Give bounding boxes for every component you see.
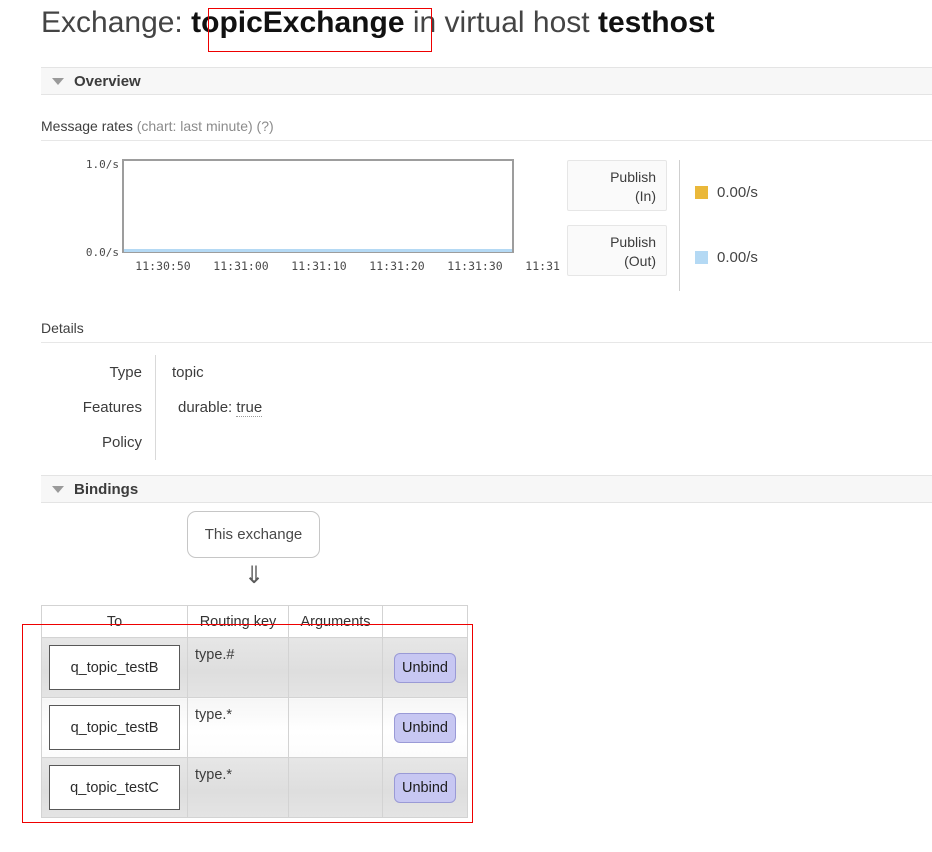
page-title-middle: in virtual host [412,6,590,39]
down-double-arrow-icon: ⇓ [243,562,265,589]
rate-button-group: Publish (In) Publish (Out) [567,160,672,290]
bindings-col-action [382,605,468,638]
table-row: q_topic_testC type.* Unbind [41,757,468,818]
table-row: q_topic_testB type.* Unbind [41,697,468,758]
details-row-policy: Policy [41,425,492,460]
publish-out-button[interactable]: Publish (Out) [567,225,667,276]
binding-routing-key-cell: type.* [187,757,289,818]
section-header-overview-label: Overview [74,72,141,90]
binding-routing-key-cell: type.# [187,637,289,698]
queue-link[interactable]: q_topic_testB [49,645,180,690]
x-tick-3: 11:31:20 [369,259,424,273]
binding-action-cell: Unbind [382,757,468,818]
message-rates-chart: 1.0/s 0.0/s 11:30:50 11:31:00 11:31:10 1… [41,152,932,292]
section-header-bindings-label: Bindings [74,480,139,498]
unbind-button[interactable]: Unbind [394,772,456,803]
details-value-features-text: durable: [178,399,237,416]
bindings-col-to[interactable]: To [41,605,188,638]
bindings-table-header-row: To Routing key Arguments [41,605,468,638]
details-value-features-durable[interactable]: true [236,399,263,417]
x-tick-0: 11:30:50 [135,259,190,273]
x-tick-2: 11:31:10 [291,259,346,273]
plot-area-frame [122,159,514,253]
queue-link[interactable]: q_topic_testB [49,705,180,750]
details-row-type: Type topic [41,355,492,390]
details-table: Type topic Features durable: true Policy [41,355,492,460]
this-exchange-node[interactable]: This exchange [187,511,320,558]
publish-in-button[interactable]: Publish (In) [567,160,667,211]
publish-out-button-line1: Publish [610,234,656,250]
legend-swatch-publish-out [695,251,708,264]
legend-swatch-publish-in [695,186,708,199]
message-rates-plot: 1.0/s 0.0/s 11:30:50 11:31:00 11:31:10 1… [86,158,561,273]
message-rates-heading: Message rates (chart: last minute) (?) [41,118,932,141]
exchange-name: topicExchange [191,6,405,39]
this-exchange-label: This exchange [204,526,303,543]
binding-to-cell: q_topic_testB [41,697,188,758]
bindings-table: To Routing key Arguments q_topic_testB t… [41,605,468,818]
binding-action-cell: Unbind [382,637,468,698]
queue-link[interactable]: q_topic_testC [49,765,180,810]
publish-in-button-line1: Publish [610,169,656,185]
section-header-overview[interactable]: Overview [41,67,932,95]
message-rates-heading-note[interactable]: (chart: last minute) (?) [137,118,274,134]
section-header-bindings[interactable]: Bindings [41,475,932,503]
details-value-type: topic [155,355,492,390]
unbind-button[interactable]: Unbind [394,712,456,743]
details-value-features: durable: true [155,390,492,425]
unbind-button[interactable]: Unbind [394,652,456,683]
chevron-down-icon [52,77,64,85]
details-heading-text: Details [41,320,84,336]
details-value-type-text: topic [172,364,204,381]
binding-arguments-cell [288,697,383,758]
legend-value-publish-in: 0.00/s [717,184,758,201]
x-tick-5: 11:31:40 [525,259,561,273]
legend-row-publish-in: 0.00/s [695,160,758,225]
details-heading: Details [41,320,932,343]
details-key-type: Type [109,364,142,381]
bindings-col-routing-key[interactable]: Routing key [187,605,289,638]
details-key-features: Features [82,399,142,416]
table-row: q_topic_testB type.# Unbind [41,637,468,698]
details-key-policy: Policy [101,434,142,451]
legend-row-publish-out: 0.00/s [695,225,758,290]
binding-arguments-cell [288,757,383,818]
x-tick-4: 11:31:30 [447,259,502,273]
binding-to-cell: q_topic_testC [41,757,188,818]
x-tick-1: 11:31:00 [213,259,268,273]
details-value-policy [155,425,492,460]
page-title: Exchange: topicExchange in virtual host … [41,6,715,40]
bindings-col-arguments[interactable]: Arguments [288,605,383,638]
y-axis-min-label: 0.0/s [86,246,119,259]
details-row-features: Features durable: true [41,390,492,425]
y-axis-max-label: 1.0/s [86,158,119,171]
message-rates-heading-text: Message rates [41,118,133,134]
binding-to-cell: q_topic_testB [41,637,188,698]
publish-in-button-line2: (In) [635,188,656,204]
page-title-prefix: Exchange: [41,6,183,39]
binding-routing-key-cell: type.* [187,697,289,758]
legend-divider [679,160,680,291]
vhost-name: testhost [597,6,715,39]
publish-out-button-line2: (Out) [624,253,656,269]
binding-arguments-cell [288,637,383,698]
chart-legend: 0.00/s 0.00/s [695,160,758,290]
legend-value-publish-out: 0.00/s [717,249,758,266]
binding-action-cell: Unbind [382,697,468,758]
chevron-down-icon [52,485,64,493]
